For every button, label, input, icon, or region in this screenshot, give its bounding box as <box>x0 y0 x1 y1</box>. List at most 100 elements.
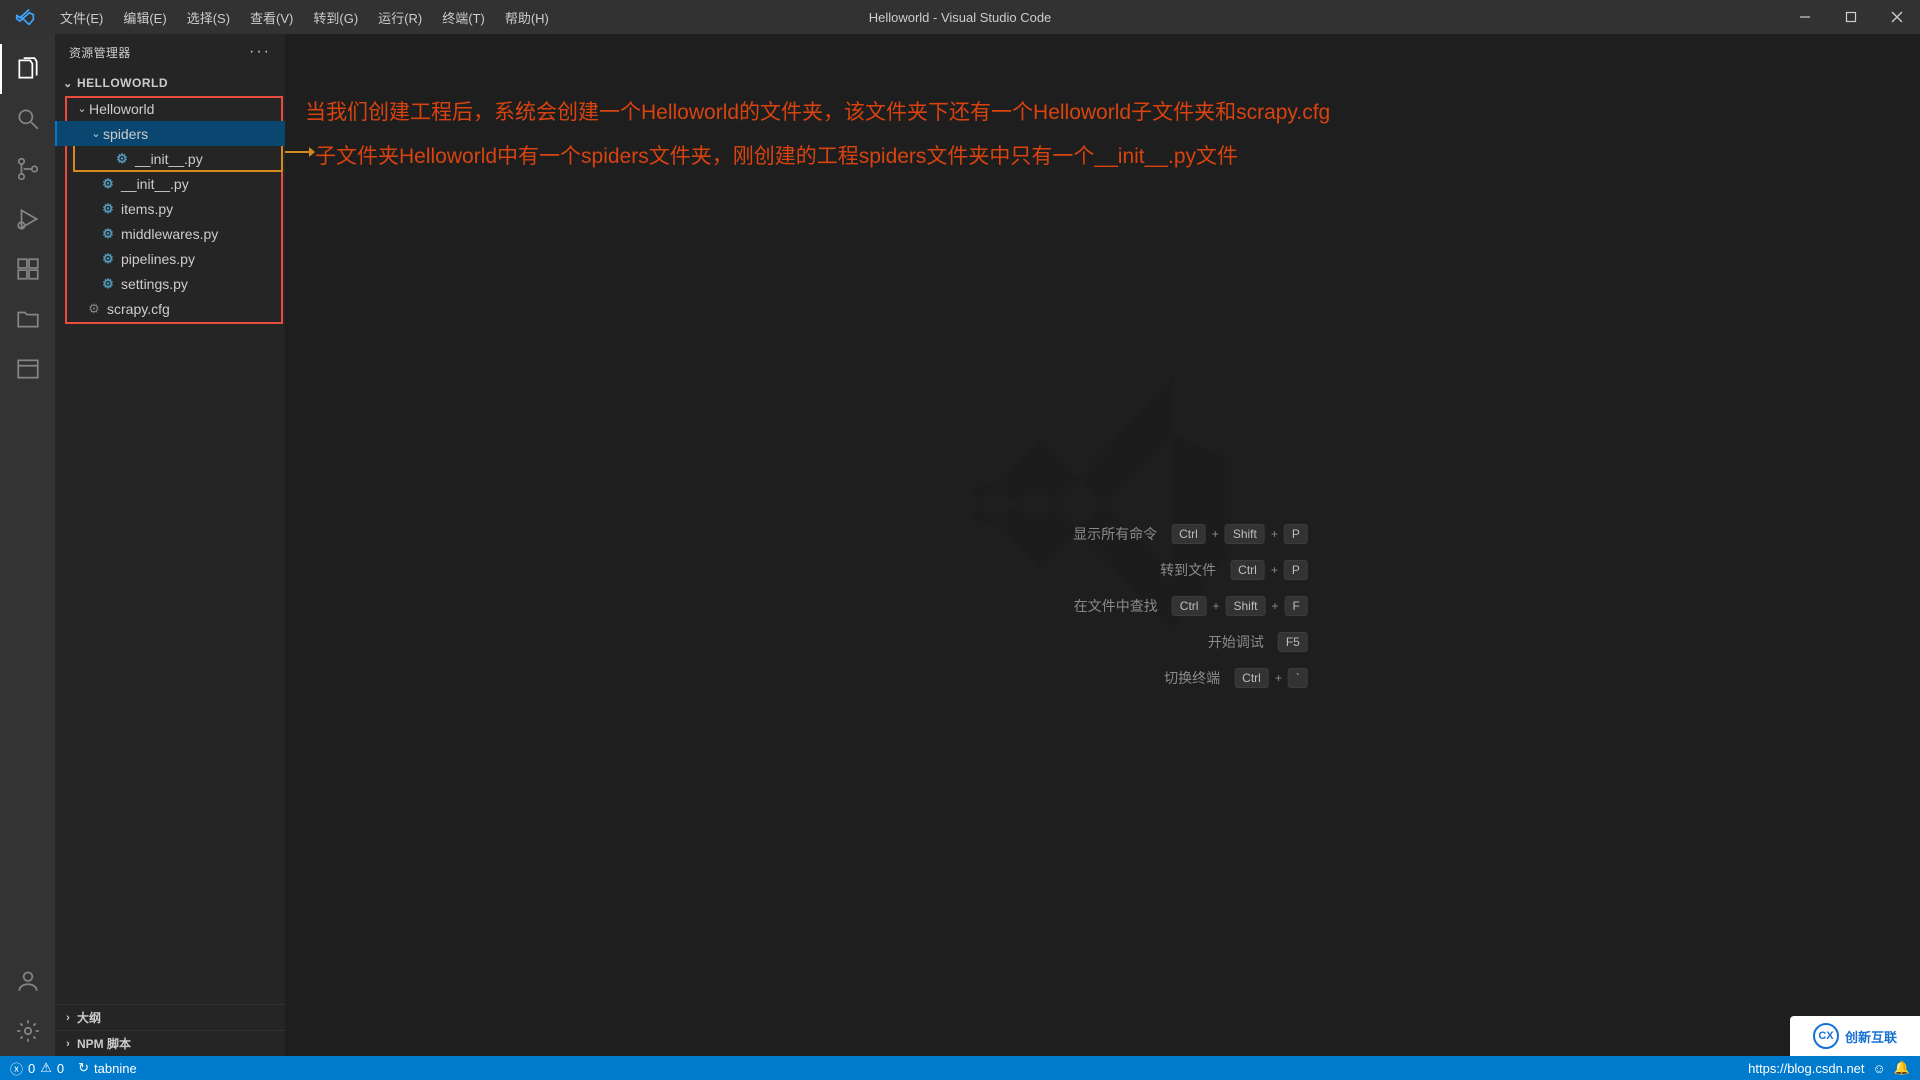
tree-folder-spiders[interactable]: ⌄ spiders <box>55 121 285 146</box>
activity-panel[interactable] <box>0 344 55 394</box>
chevron-right-icon: › <box>61 1012 75 1024</box>
activity-extensions[interactable] <box>0 244 55 294</box>
annotation-text-1: 当我们创建工程后，系统会创建一个Helloworld的文件夹，该文件夹下还有一个… <box>305 96 1330 126</box>
corner-logo-icon: CX <box>1813 1023 1839 1049</box>
tree-file-middlewares[interactable]: ⚙ middlewares.py <box>55 221 285 246</box>
menu-select[interactable]: 选择(S) <box>177 8 240 27</box>
key: P <box>1284 560 1308 580</box>
key: Ctrl <box>1172 596 1207 616</box>
shortcut-keys: F5 <box>1278 632 1308 652</box>
menu-view[interactable]: 查看(V) <box>240 8 303 27</box>
warning-icon: ⚠ <box>40 1060 52 1076</box>
root-folder-label: HELLOWORLD <box>77 76 168 90</box>
key: ` <box>1288 668 1308 688</box>
shortcut-label: 在文件中查找 <box>898 596 1158 616</box>
chevron-right-icon: › <box>61 1038 75 1050</box>
shortcut-row: 显示所有命令 Ctrl+ Shift+ P <box>897 524 1308 544</box>
activity-account[interactable] <box>0 956 55 1006</box>
chevron-down-icon <box>61 77 75 90</box>
key: Ctrl <box>1234 668 1269 688</box>
activity-bar <box>0 34 55 1056</box>
folder-label: spiders <box>103 126 148 142</box>
title-bar: 文件(E) 编辑(E) 选择(S) 查看(V) 转到(G) 运行(R) 终端(T… <box>0 0 1920 34</box>
chevron-down-icon: ⌄ <box>75 102 89 115</box>
tree-file-settings[interactable]: ⚙ settings.py <box>55 271 285 296</box>
error-icon: ⓧ <box>10 1059 23 1078</box>
corner-logo-text: 创新互联 <box>1845 1027 1897 1046</box>
activity-explorer[interactable] <box>0 44 55 94</box>
tabnine-label: tabnine <box>94 1061 137 1076</box>
explorer-title: 资源管理器 <box>69 44 131 61</box>
file-label: middlewares.py <box>121 226 218 242</box>
tree-file-scrapy-cfg[interactable]: ⚙ scrapy.cfg <box>55 296 285 321</box>
menu-file[interactable]: 文件(E) <box>50 8 113 27</box>
shortcut-row: 在文件中查找 Ctrl+ Shift+ F <box>897 596 1308 616</box>
activity-folder[interactable] <box>0 294 55 344</box>
shortcut-label: 转到文件 <box>956 560 1216 580</box>
file-label: items.py <box>121 201 173 217</box>
file-label: __init__.py <box>121 176 189 192</box>
status-url: https://blog.csdn.net <box>1748 1061 1864 1076</box>
shortcut-label: 显示所有命令 <box>897 524 1157 544</box>
shortcut-label: 切换终端 <box>960 668 1220 688</box>
menu-terminal[interactable]: 终端(T) <box>432 8 495 27</box>
menu-bar: 文件(E) 编辑(E) 选择(S) 查看(V) 转到(G) 运行(R) 终端(T… <box>50 8 559 27</box>
sidebar-section-npm[interactable]: › NPM 脚本 <box>55 1030 285 1056</box>
annotation-text-2: 子文件夹Helloworld中有一个spiders文件夹，刚创建的工程spide… <box>315 140 1238 170</box>
activity-source-control[interactable] <box>0 144 55 194</box>
key: Shift <box>1225 596 1265 616</box>
warning-count: 0 <box>57 1061 64 1076</box>
tree-file-spiders-init[interactable]: ⚙ __init__.py <box>55 146 285 171</box>
python-file-icon: ⚙ <box>99 176 117 192</box>
key: F5 <box>1278 632 1308 652</box>
status-problems[interactable]: ⓧ0 ⚠0 <box>10 1059 64 1078</box>
close-button[interactable] <box>1874 0 1920 34</box>
chevron-down-icon: ⌄ <box>89 127 103 140</box>
menu-help[interactable]: 帮助(H) <box>495 8 559 27</box>
editor-area: 当我们创建工程后，系统会创建一个Helloworld的文件夹，该文件夹下还有一个… <box>285 34 1920 1056</box>
file-label: scrapy.cfg <box>107 301 170 317</box>
status-bar: ⓧ0 ⚠0 ↻ tabnine https://blog.csdn.net ☺ … <box>0 1056 1920 1080</box>
section-label: NPM 脚本 <box>77 1035 131 1052</box>
annotation-arrow-icon <box>285 144 315 160</box>
python-file-icon: ⚙ <box>99 276 117 292</box>
menu-go[interactable]: 转到(G) <box>303 8 368 27</box>
python-file-icon: ⚙ <box>99 251 117 267</box>
tree-file-items[interactable]: ⚙ items.py <box>55 196 285 221</box>
maximize-button[interactable] <box>1828 0 1874 34</box>
file-tree: ⌄ Helloworld ⌄ spiders ⚙ __init__.py ⚙ _… <box>55 96 285 321</box>
shortcut-label: 开始调试 <box>1004 632 1264 652</box>
activity-settings[interactable] <box>0 1006 55 1056</box>
python-file-icon: ⚙ <box>99 201 117 217</box>
key: F <box>1285 596 1308 616</box>
file-label: settings.py <box>121 276 188 292</box>
sidebar-section-outline[interactable]: › 大纲 <box>55 1004 285 1030</box>
key: Ctrl <box>1230 560 1265 580</box>
menu-edit[interactable]: 编辑(E) <box>113 8 176 27</box>
shortcut-row: 切换终端 Ctrl+ ` <box>897 668 1308 688</box>
menu-run[interactable]: 运行(R) <box>368 8 432 27</box>
tree-file-init[interactable]: ⚙ __init__.py <box>55 171 285 196</box>
feedback-icon[interactable]: ☺ <box>1873 1061 1886 1076</box>
vscode-logo-icon <box>0 7 50 27</box>
corner-watermark: CX 创新互联 <box>1790 1016 1920 1056</box>
tree-file-pipelines[interactable]: ⚙ pipelines.py <box>55 246 285 271</box>
activity-run-debug[interactable] <box>0 194 55 244</box>
tree-folder-helloworld[interactable]: ⌄ Helloworld <box>55 96 285 121</box>
shortcut-row: 转到文件 Ctrl+ P <box>897 560 1308 580</box>
explorer-root[interactable]: HELLOWORLD <box>55 70 285 96</box>
status-tabnine[interactable]: ↻ tabnine <box>78 1060 137 1076</box>
file-label: __init__.py <box>135 151 203 167</box>
shortcut-keys: Ctrl+ ` <box>1234 668 1308 688</box>
window-controls <box>1782 0 1920 34</box>
folder-label: Helloworld <box>89 101 154 117</box>
config-file-icon: ⚙ <box>85 301 103 317</box>
shortcut-row: 开始调试 F5 <box>897 632 1308 652</box>
activity-search[interactable] <box>0 94 55 144</box>
explorer-more-icon[interactable]: ··· <box>249 43 271 61</box>
explorer-header: 资源管理器 ··· <box>55 34 285 70</box>
shortcut-keys: Ctrl+ P <box>1230 560 1308 580</box>
key: P <box>1284 524 1308 544</box>
bell-icon[interactable]: 🔔 <box>1894 1060 1910 1076</box>
minimize-button[interactable] <box>1782 0 1828 34</box>
